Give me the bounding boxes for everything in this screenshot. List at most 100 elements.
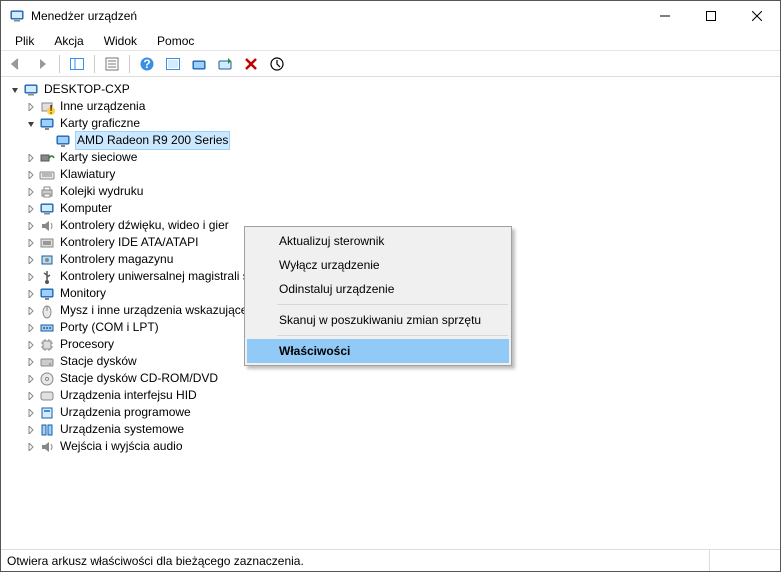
category-icon (39, 320, 55, 336)
maximize-button[interactable] (688, 1, 734, 31)
tree-item-label: Kontrolery IDE ATA/ATAPI (59, 234, 200, 251)
category-icon (39, 116, 55, 132)
forward-button[interactable] (31, 53, 53, 75)
app-icon (9, 8, 25, 24)
menu-help[interactable]: Pomoc (149, 32, 202, 50)
tree-category[interactable]: Urządzenia systemowe (7, 421, 774, 438)
tree-category[interactable]: Klawiatury (7, 166, 774, 183)
menu-update-driver[interactable]: Aktualizuj sterownik (247, 229, 509, 253)
tree-category[interactable]: Stacje dysków CD-ROM/DVD (7, 370, 774, 387)
menu-action[interactable]: Akcja (46, 32, 91, 50)
tree-item-label: Porty (COM i LPT) (59, 319, 160, 336)
status-text: Otwiera arkusz właściwości dla bieżącego… (7, 554, 304, 568)
tree-item-label: Urządzenia programowe (59, 404, 192, 421)
properties-button[interactable] (101, 53, 123, 75)
tree-item-label: Mysz i inne urządzenia wskazujące (59, 302, 248, 319)
expand-arrow[interactable] (23, 201, 39, 217)
expand-arrow[interactable] (23, 303, 39, 319)
tree-item-label: Procesory (59, 336, 115, 353)
expand-arrow[interactable] (23, 218, 39, 234)
category-icon: ! (39, 99, 55, 115)
expand-arrow[interactable] (23, 354, 39, 370)
tree-item-label: Wejścia i wyjścia audio (59, 438, 184, 455)
tree-panel: DESKTOP-CXP!Inne urządzeniaKarty graficz… (1, 77, 780, 549)
category-icon (39, 150, 55, 166)
expand-arrow[interactable] (23, 269, 39, 285)
expand-arrow[interactable] (23, 99, 39, 115)
menu-uninstall-device[interactable]: Odinstaluj urządzenie (247, 277, 509, 301)
tree-item-label: Kontrolery magazynu (59, 251, 174, 268)
show-hidden-button[interactable] (266, 53, 288, 75)
expand-arrow[interactable] (23, 184, 39, 200)
category-icon (39, 337, 55, 353)
menu-separator (277, 335, 508, 336)
tree-category[interactable]: Urządzenia programowe (7, 404, 774, 421)
tree-item-label: Monitory (59, 285, 107, 302)
menu-disable-device[interactable]: Wyłącz urządzenie (247, 253, 509, 277)
category-icon (39, 405, 55, 421)
help-button[interactable]: ? (136, 53, 158, 75)
category-icon (39, 269, 55, 285)
expand-arrow[interactable] (23, 388, 39, 404)
expand-arrow[interactable] (7, 82, 23, 98)
tree-item-label: Stacje dysków CD-ROM/DVD (59, 370, 219, 387)
update-driver-button[interactable] (188, 53, 210, 75)
expand-arrow[interactable] (23, 320, 39, 336)
expand-arrow[interactable] (23, 252, 39, 268)
category-icon (39, 286, 55, 302)
tree-category[interactable]: Urządzenia interfejsu HID (7, 387, 774, 404)
uninstall-button[interactable] (240, 53, 262, 75)
expand-arrow[interactable] (23, 405, 39, 421)
menu-view[interactable]: Widok (96, 32, 145, 50)
menu-file[interactable]: Plik (7, 32, 42, 50)
tree-item-label: Klawiatury (59, 166, 116, 183)
show-hide-tree-button[interactable] (66, 53, 88, 75)
category-icon (39, 303, 55, 319)
menu-scan-hardware[interactable]: Skanuj w poszukiwaniu zmian sprzętu (247, 308, 509, 332)
expand-arrow[interactable] (23, 439, 39, 455)
tree-item-label: Karty graficzne (59, 115, 141, 132)
category-icon (39, 201, 55, 217)
category-icon (39, 218, 55, 234)
minimize-button[interactable] (642, 1, 688, 31)
tree-root[interactable]: DESKTOP-CXP (7, 81, 774, 98)
tree-device[interactable]: AMD Radeon R9 200 Series (7, 132, 774, 149)
tree-category[interactable]: Karty sieciowe (7, 149, 774, 166)
back-button[interactable] (5, 53, 27, 75)
category-icon (39, 422, 55, 438)
tree-category[interactable]: Karty graficzne (7, 115, 774, 132)
category-icon (39, 371, 55, 387)
expand-arrow[interactable] (23, 116, 39, 132)
category-icon (39, 167, 55, 183)
titlebar: Menedżer urządzeń (1, 1, 780, 31)
category-icon (39, 388, 55, 404)
tree-category[interactable]: Komputer (7, 200, 774, 217)
category-icon (39, 252, 55, 268)
close-button[interactable] (734, 1, 780, 31)
expand-arrow[interactable] (23, 337, 39, 353)
expand-arrow[interactable] (39, 133, 55, 149)
tree-item-label: Komputer (59, 200, 113, 217)
window-title: Menedżer urządzeń (31, 9, 642, 23)
category-icon (55, 133, 71, 149)
expand-arrow[interactable] (23, 167, 39, 183)
toolbar: ? (1, 51, 780, 77)
tree-category[interactable]: Kolejki wydruku (7, 183, 774, 200)
scan-button[interactable] (162, 53, 184, 75)
expand-arrow[interactable] (23, 422, 39, 438)
tree-item-label: DESKTOP-CXP (43, 81, 131, 98)
category-icon (39, 235, 55, 251)
disable-button[interactable] (214, 53, 236, 75)
tree-category[interactable]: Wejścia i wyjścia audio (7, 438, 774, 455)
expand-arrow[interactable] (23, 286, 39, 302)
menu-properties[interactable]: Właściwości (247, 339, 509, 363)
menubar: Plik Akcja Widok Pomoc (1, 31, 780, 51)
tree-category[interactable]: !Inne urządzenia (7, 98, 774, 115)
statusbar: Otwiera arkusz właściwości dla bieżącego… (1, 549, 780, 571)
expand-arrow[interactable] (23, 235, 39, 251)
expand-arrow[interactable] (23, 150, 39, 166)
tree-item-label: Kolejki wydruku (59, 183, 144, 200)
category-icon (39, 184, 55, 200)
category-icon (39, 354, 55, 370)
expand-arrow[interactable] (23, 371, 39, 387)
